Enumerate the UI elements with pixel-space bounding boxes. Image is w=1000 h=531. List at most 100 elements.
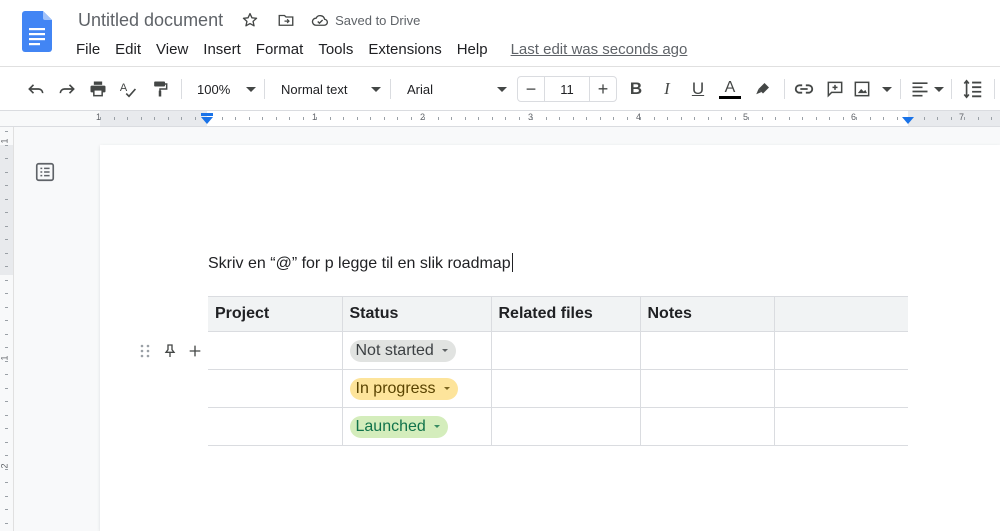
toolbar: A 100% Normal text Arial − 11 + B I U A xyxy=(0,66,1000,111)
project-cell[interactable] xyxy=(208,369,343,408)
saved-status[interactable]: Saved to Drive xyxy=(303,11,420,29)
text-color-button[interactable]: A xyxy=(718,77,742,101)
related-files-cell[interactable] xyxy=(490,331,641,370)
menu-help[interactable]: Help xyxy=(457,41,488,58)
ruler-tick xyxy=(465,117,466,120)
spellcheck-icon[interactable]: A xyxy=(117,77,141,101)
menu-format[interactable]: Format xyxy=(256,41,304,58)
ruler-tick xyxy=(141,117,142,120)
document-title[interactable]: Untitled document xyxy=(78,10,223,31)
ruler-tick xyxy=(964,117,965,120)
increase-font-size-button[interactable]: + xyxy=(590,77,616,101)
link-icon[interactable] xyxy=(792,77,816,101)
ruler-tick xyxy=(829,117,830,120)
header-notes[interactable]: Notes xyxy=(639,296,775,332)
status-chip-launched[interactable]: Launched xyxy=(349,415,448,438)
ruler-tick xyxy=(330,117,331,120)
ruler-tick xyxy=(654,117,655,120)
status-chip-in-progress[interactable]: In progress xyxy=(349,377,458,400)
related-files-cell[interactable] xyxy=(490,369,641,408)
menu-view[interactable]: View xyxy=(156,41,188,58)
extra-cell[interactable] xyxy=(773,407,908,446)
underline-button[interactable]: U xyxy=(687,77,709,101)
ruler-tick xyxy=(492,117,493,120)
vertical-ruler-tick xyxy=(5,172,8,173)
decrease-font-size-button[interactable]: − xyxy=(518,77,544,101)
header-status[interactable]: Status xyxy=(341,296,492,332)
move-to-folder-icon[interactable] xyxy=(277,11,295,29)
drag-handle-icon[interactable] xyxy=(139,342,151,360)
pin-icon[interactable] xyxy=(162,342,178,360)
status-chip-not-started[interactable]: Not started xyxy=(349,339,456,362)
menu-extensions[interactable]: Extensions xyxy=(368,41,441,58)
ruler-tick xyxy=(573,117,574,120)
bold-button[interactable]: B xyxy=(625,77,647,101)
notes-cell[interactable] xyxy=(639,407,775,446)
menu-file[interactable]: File xyxy=(76,41,100,58)
toolbar-divider xyxy=(181,79,182,99)
highlighter-icon[interactable] xyxy=(751,77,775,101)
undo-icon[interactable] xyxy=(24,77,48,101)
saved-status-label: Saved to Drive xyxy=(335,12,421,28)
project-cell[interactable] xyxy=(208,407,343,446)
redo-icon[interactable] xyxy=(55,77,79,101)
ruler-tick xyxy=(424,117,425,120)
print-icon[interactable] xyxy=(86,77,110,101)
toolbar-divider xyxy=(390,79,391,99)
chevron-down-icon xyxy=(371,86,381,92)
first-line-indent-marker[interactable] xyxy=(201,113,213,116)
right-indent-marker[interactable] xyxy=(902,117,914,124)
menu-tools[interactable]: Tools xyxy=(318,41,353,58)
notes-cell[interactable] xyxy=(639,331,775,370)
menu-edit[interactable]: Edit xyxy=(115,41,141,58)
extra-cell[interactable] xyxy=(773,369,908,408)
star-icon[interactable] xyxy=(241,11,259,29)
ruler-tick xyxy=(816,117,817,120)
status-cell[interactable]: Not started xyxy=(341,331,492,370)
header-project[interactable]: Project xyxy=(208,296,343,332)
zoom-select[interactable]: 100% xyxy=(192,77,256,101)
extra-cell[interactable] xyxy=(773,331,908,370)
vertical-ruler-tick xyxy=(5,212,8,213)
comment-icon[interactable] xyxy=(823,77,847,101)
left-indent-marker[interactable] xyxy=(201,117,213,124)
ruler-tick xyxy=(870,117,871,120)
vertical-ruler-tick xyxy=(5,307,8,308)
menu-insert[interactable]: Insert xyxy=(203,41,241,58)
paint-format-icon[interactable] xyxy=(148,77,172,101)
status-cell[interactable]: In progress xyxy=(341,369,492,408)
project-cell[interactable] xyxy=(208,331,343,370)
add-row-icon[interactable] xyxy=(187,342,203,360)
vertical-ruler[interactable]: 1 1 2 xyxy=(0,127,14,531)
ruler-tick xyxy=(114,117,115,120)
related-files-cell[interactable] xyxy=(490,407,641,446)
header-empty[interactable] xyxy=(773,296,908,332)
vertical-ruler-tick xyxy=(5,469,8,470)
vertical-ruler-tick xyxy=(5,145,8,146)
cloud-done-icon xyxy=(311,11,329,29)
outline-icon xyxy=(35,162,55,182)
toolbar-divider xyxy=(994,79,995,99)
ruler-tick xyxy=(708,117,709,120)
insert-image-button[interactable] xyxy=(852,77,892,101)
ruler-tick xyxy=(519,117,520,120)
font-family-select[interactable]: Arial xyxy=(401,77,507,101)
last-edit-link[interactable]: Last edit was seconds ago xyxy=(511,41,688,58)
header-related-files[interactable]: Related files xyxy=(490,296,641,332)
vertical-ruler-tick xyxy=(5,131,8,132)
notes-cell[interactable] xyxy=(639,369,775,408)
horizontal-ruler[interactable]: 1 1 2 3 4 5 6 7 xyxy=(0,111,1000,127)
vertical-ruler-tick xyxy=(5,415,8,416)
ruler-tick xyxy=(600,117,601,120)
document-body-paragraph[interactable]: Skriv en “@” for p legge til en slik roa… xyxy=(208,253,513,273)
image-icon xyxy=(854,81,870,97)
line-spacing-icon[interactable] xyxy=(961,77,985,101)
docs-logo-icon[interactable] xyxy=(22,11,52,52)
font-size-input[interactable]: 11 xyxy=(544,77,590,101)
paragraph-style-select[interactable]: Normal text xyxy=(275,77,381,101)
ruler-tick xyxy=(843,117,844,120)
document-outline-button[interactable] xyxy=(32,159,58,185)
italic-button[interactable]: I xyxy=(656,77,678,101)
status-cell[interactable]: Launched xyxy=(341,407,492,446)
align-button[interactable] xyxy=(910,77,944,101)
